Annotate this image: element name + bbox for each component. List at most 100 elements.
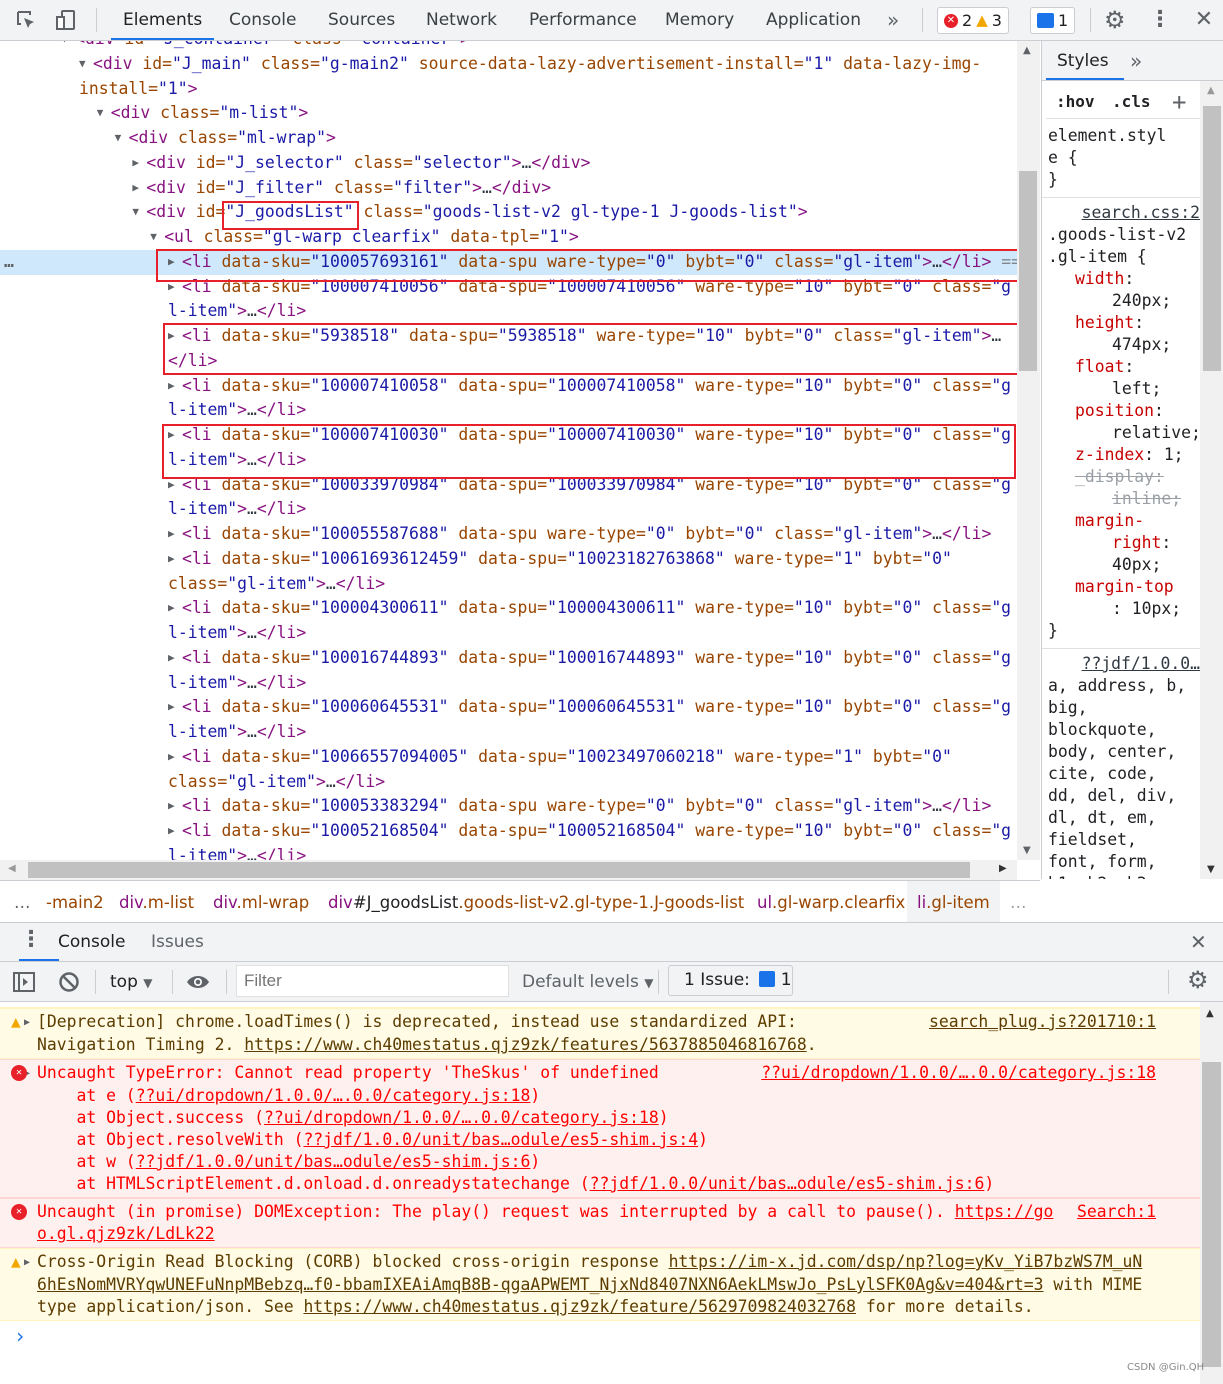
- console-link[interactable]: https://im-x.jd.com/dsp/np?log=yKv_YiB7b…: [669, 1252, 1143, 1271]
- collapsed-triangle-icon[interactable]: ▶: [168, 374, 182, 399]
- expanded-triangle-icon[interactable]: ▼: [132, 200, 146, 225]
- console-source-link[interactable]: ??ui/dropdown/1.0.0/….0.0/category.js:18: [761, 1062, 1156, 1084]
- dom-node[interactable]: ▶ <li data-sku="100052168504" data-spu="1…: [0, 819, 1017, 860]
- style-property[interactable]: z-index: [1075, 445, 1144, 464]
- more-tabs-button[interactable]: »: [887, 0, 899, 40]
- breadcrumb-item[interactable]: ul.gl-warp.clearfix: [757, 881, 905, 924]
- breadcrumb-item[interactable]: div#J_goodsList.goods-list-v2.gl-type-1.…: [328, 881, 744, 924]
- drawer-tab-issues[interactable]: Issues: [151, 923, 204, 961]
- dom-node[interactable]: ▶ <li data-sku="100055587688" data-spu wa…: [0, 522, 1017, 547]
- breadcrumb-item[interactable]: -main2: [46, 881, 104, 924]
- clear-console-icon[interactable]: [58, 971, 80, 993]
- console-link[interactable]: https://www.ch40mestatus.qjz9zk/feature/…: [303, 1297, 856, 1316]
- dom-node[interactable]: ▶ <li data-sku="100007410030" data-spu="1…: [0, 423, 1017, 473]
- collapsed-triangle-icon[interactable]: ▶: [168, 794, 182, 819]
- class-toggle[interactable]: .cls: [1112, 85, 1151, 119]
- dom-node[interactable]: ▶ <li data-sku="100033970984" data-spu="1…: [0, 473, 1017, 523]
- collapsed-triangle-icon[interactable]: ▶: [168, 250, 182, 275]
- breadcrumb-overflow-left[interactable]: …: [14, 881, 31, 924]
- overridden-property[interactable]: _display:: [1075, 467, 1164, 486]
- dom-node[interactable]: ▶ <li data-sku="100007410058" data-spu="1…: [0, 374, 1017, 424]
- elements-hscroll-thumb[interactable]: [28, 862, 970, 878]
- breadcrumb-item[interactable]: div.m-list: [119, 881, 194, 924]
- console-issues-button[interactable]: 1 Issue: 1: [668, 965, 793, 996]
- drawer-menu-icon[interactable]: ⋮: [20, 927, 42, 952]
- style-property[interactable]: right: [1112, 533, 1161, 552]
- style-property[interactable]: float: [1075, 357, 1124, 376]
- dom-node[interactable]: ▼ <div class="ml-wrap">: [0, 126, 1017, 151]
- elements-scroll-thumb[interactable]: [1019, 171, 1037, 371]
- context-selector[interactable]: top ▼: [110, 962, 153, 1003]
- console-scrollbar[interactable]: ▲: [1200, 1002, 1223, 1384]
- style-property[interactable]: width: [1075, 269, 1124, 288]
- breadcrumb-overflow-right[interactable]: …: [1010, 881, 1027, 924]
- tab-performance[interactable]: Performance: [529, 0, 637, 40]
- expanded-triangle-icon[interactable]: ▼: [150, 225, 164, 250]
- tab-network[interactable]: Network: [426, 0, 497, 40]
- console-scroll-thumb[interactable]: [1202, 1062, 1221, 1367]
- tab-elements[interactable]: Elements: [110, 0, 215, 40]
- style-property[interactable]: position: [1075, 401, 1154, 420]
- breadcrumb-item[interactable]: div.ml-wrap: [213, 881, 309, 924]
- dom-node[interactable]: ▶ <div id="J_selector" class="selector">……: [0, 151, 1017, 176]
- dom-node[interactable]: ▶ <li data-sku="10061693612459" data-spu=…: [0, 547, 1017, 597]
- console-source-link[interactable]: Search:1: [1077, 1201, 1156, 1223]
- show-sidebar-icon[interactable]: [12, 971, 36, 993]
- log-levels-dropdown[interactable]: Default levels ▼: [522, 962, 653, 1003]
- dom-node[interactable]: ▶ <li data-sku="5938518" data-spu="593851…: [0, 324, 1017, 374]
- console-settings-gear-icon[interactable]: ⚙: [1187, 966, 1209, 994]
- tab-application[interactable]: Application: [766, 0, 861, 40]
- console-source-link[interactable]: search_plug.js?201710:1: [929, 1011, 1156, 1033]
- style-property[interactable]: margin-top: [1075, 577, 1174, 596]
- dom-node[interactable]: ▼ <ul class="gl-warp clearfix" data-tpl="…: [0, 225, 1017, 250]
- close-drawer-icon[interactable]: ✕: [1190, 930, 1207, 954]
- dom-node[interactable]: ▼ <div id="J_main" class="g-main2" source…: [0, 52, 1017, 102]
- styles-scroll-thumb[interactable]: [1203, 106, 1221, 371]
- console-link[interactable]: https://www.ch40mestatus.qjz9zk/features…: [244, 1035, 806, 1054]
- collapsed-triangle-icon[interactable]: ▶: [168, 275, 182, 300]
- styles-scrollbar[interactable]: ▲ ▼: [1200, 81, 1223, 879]
- console-link[interactable]: 6hEsNomMVRYqwUNEFuNnpMBebzq…f0-bbamIXEAi…: [37, 1275, 1044, 1294]
- inspect-element-icon[interactable]: [14, 8, 38, 32]
- issues-badge[interactable]: 1: [1030, 7, 1076, 34]
- collapsed-triangle-icon[interactable]: ▶: [168, 596, 182, 621]
- expanded-triangle-icon[interactable]: ▼: [61, 41, 75, 52]
- settings-gear-icon[interactable]: ⚙: [1104, 8, 1128, 32]
- style-value[interactable]: relative;: [1112, 423, 1201, 442]
- dom-node[interactable]: ▼ <div class="m-list">: [0, 101, 1017, 126]
- dom-node[interactable]: ▼ <div id="J_goodsList" class="goods-list…: [0, 200, 1017, 225]
- style-value[interactable]: left;: [1112, 379, 1161, 398]
- style-source-link[interactable]: search.css:2: [1048, 202, 1200, 224]
- dom-node[interactable]: ▶ <li data-sku="100060645531" data-spu="1…: [0, 695, 1017, 745]
- style-value[interactable]: : 10px;: [1112, 599, 1181, 618]
- style-source-link[interactable]: ??jdf/1.0.0…: [1048, 653, 1200, 675]
- console-link[interactable]: ??jdf/1.0.0/unit/bas…odule/es5-shim.js:4: [303, 1130, 698, 1149]
- console-prompt[interactable]: ›: [0, 1321, 1200, 1351]
- tab-sources[interactable]: Sources: [328, 0, 395, 40]
- collapsed-triangle-icon[interactable]: ▶: [168, 745, 182, 770]
- collapsed-triangle-icon[interactable]: ▶: [168, 695, 182, 720]
- collapsed-triangle-icon[interactable]: ▶: [168, 324, 182, 349]
- drawer-tab-console[interactable]: Console: [58, 923, 126, 961]
- dom-node[interactable]: ▶ <li data-sku="10066557094005" data-spu=…: [0, 745, 1017, 795]
- dom-node[interactable]: ▶ <div id="J_filter" class="filter">…</di…: [0, 176, 1017, 201]
- tab-styles[interactable]: Styles: [1057, 41, 1109, 81]
- collapsed-triangle-icon[interactable]: ▶: [132, 176, 146, 201]
- new-style-rule-button[interactable]: +: [1172, 85, 1186, 119]
- dom-node[interactable]: ▶ <li data-sku="100004300611" data-spu="1…: [0, 596, 1017, 646]
- collapsed-triangle-icon[interactable]: ▶: [168, 473, 182, 498]
- expanded-triangle-icon[interactable]: ▼: [79, 52, 93, 77]
- dom-node[interactable]: ▶ <li data-sku="100053383294" data-spu wa…: [0, 794, 1017, 819]
- dom-node[interactable]: ▼<div id="J_container" class="container"…: [0, 41, 1017, 52]
- style-property[interactable]: margin-: [1075, 511, 1144, 530]
- elements-horizontal-scrollbar[interactable]: ◀ ▶: [0, 860, 1017, 880]
- device-toolbar-icon[interactable]: [54, 8, 78, 32]
- errors-warnings-badge[interactable]: ✕ 2 ▲ 3: [937, 7, 1009, 34]
- style-value[interactable]: 40px;: [1112, 555, 1161, 574]
- style-property[interactable]: height: [1075, 313, 1134, 332]
- dom-node[interactable]: ▶ <li data-sku="100007410056" data-spu="1…: [0, 275, 1017, 325]
- tab-console[interactable]: Console: [229, 0, 297, 40]
- dom-node[interactable]: ▶ <li data-sku="100057693161" data-spu wa…: [0, 249, 1017, 275]
- collapsed-triangle-icon[interactable]: ▶: [168, 646, 182, 671]
- console-link[interactable]: o.gl.qjz9zk/LdLk22: [37, 1224, 215, 1243]
